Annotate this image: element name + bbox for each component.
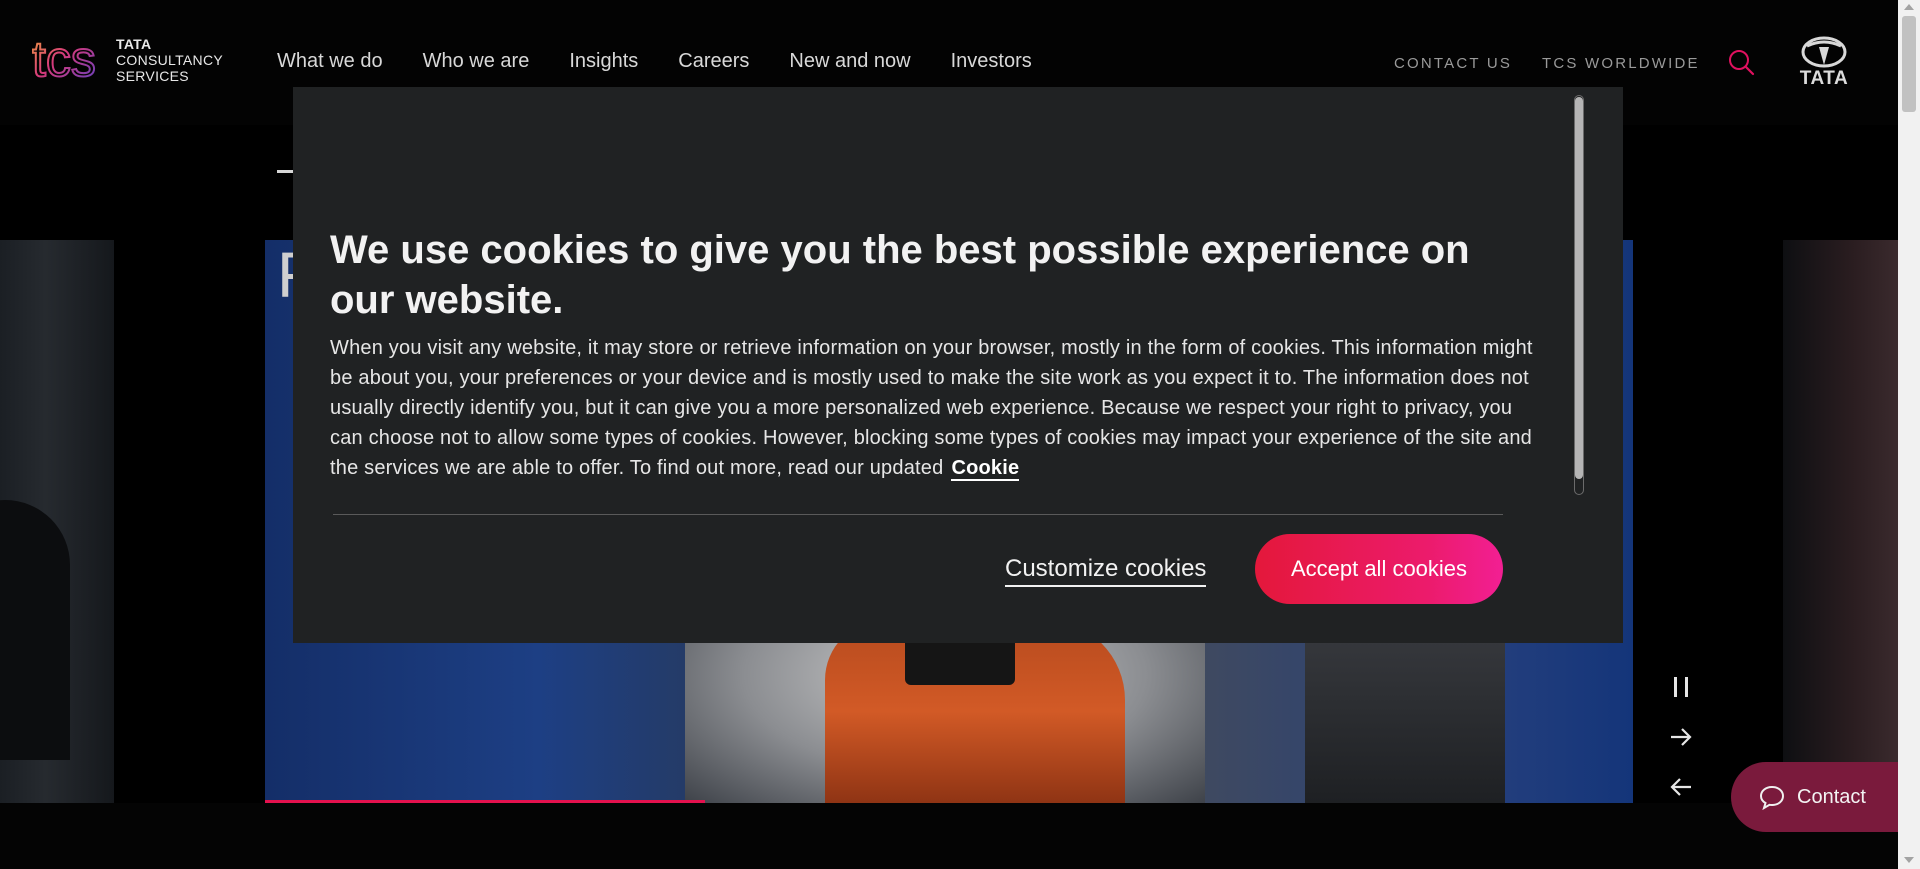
cookie-dialog-scrollbar-thumb[interactable] (1575, 97, 1583, 479)
logo-wordmark: TATA CONSULTANCY SERVICES (116, 36, 223, 84)
person-silhouette (0, 500, 70, 760)
svg-text:tcs: tcs (32, 36, 96, 86)
tata-logo[interactable]: TATA (1794, 36, 1854, 89)
main-nav: What we do Who we are Insights Careers N… (277, 50, 1032, 73)
nav-what-we-do[interactable]: What we do (277, 50, 383, 73)
cookie-consent-dialog: We use cookies to give you the best poss… (293, 87, 1623, 643)
cookie-dialog-title: We use cookies to give you the best poss… (330, 228, 1470, 322)
pause-icon[interactable] (1666, 672, 1696, 702)
nav-investors[interactable]: Investors (951, 50, 1032, 73)
cookie-dialog-body-text: When you visit any website, it may store… (330, 337, 1533, 479)
search-icon[interactable] (1727, 48, 1755, 76)
nav-who-we-are[interactable]: Who we are (423, 50, 530, 73)
contact-floating-button[interactable]: Contact (1731, 762, 1898, 832)
logo-line-3: SERVICES (116, 68, 189, 84)
contact-button-label: Contact (1797, 785, 1866, 808)
tcs-logo-mark-icon: tcs (32, 36, 97, 86)
scroll-up-arrow-icon[interactable] (1904, 4, 1914, 10)
nav-new-and-now[interactable]: New and now (789, 50, 910, 73)
arrow-right-icon[interactable] (1666, 722, 1696, 752)
customize-cookies-button[interactable]: Customize cookies (1005, 554, 1207, 587)
nav-careers[interactable]: Careers (678, 50, 749, 73)
tata-wordmark: TATA (1799, 68, 1849, 89)
accept-all-cookies-button[interactable]: Accept all cookies (1255, 534, 1503, 604)
hero-prev-slide-peek (0, 240, 114, 803)
tcs-logo[interactable]: tcs TATA CONSULTANCY SERVICES (32, 36, 227, 88)
hero-next-slide-peek (1783, 240, 1898, 803)
page-bottom-band (0, 803, 1898, 869)
logo-line-2: CONSULTANCY (116, 52, 224, 68)
tata-emblem-icon (1801, 36, 1847, 68)
page-scrollbar[interactable] (1898, 0, 1920, 869)
page-scrollbar-thumb[interactable] (1902, 16, 1916, 112)
nav-insights[interactable]: Insights (569, 50, 638, 73)
cookie-policy-link[interactable]: Cookie (951, 457, 1020, 481)
logo-line-1: TATA (116, 36, 152, 52)
contact-us-link[interactable]: CONTACT US (1394, 55, 1512, 72)
arrow-left-icon[interactable] (1666, 772, 1696, 802)
chat-bubble-icon (1759, 785, 1785, 810)
tcs-worldwide-link[interactable]: TCS WORLDWIDE (1542, 55, 1700, 72)
cookie-dialog-divider (333, 514, 1503, 515)
cookie-dialog-scroll-area[interactable]: We use cookies to give you the best poss… (330, 87, 1550, 497)
cookie-dialog-body: When you visit any website, it may store… (330, 333, 1550, 483)
scroll-down-arrow-icon[interactable] (1904, 857, 1914, 863)
